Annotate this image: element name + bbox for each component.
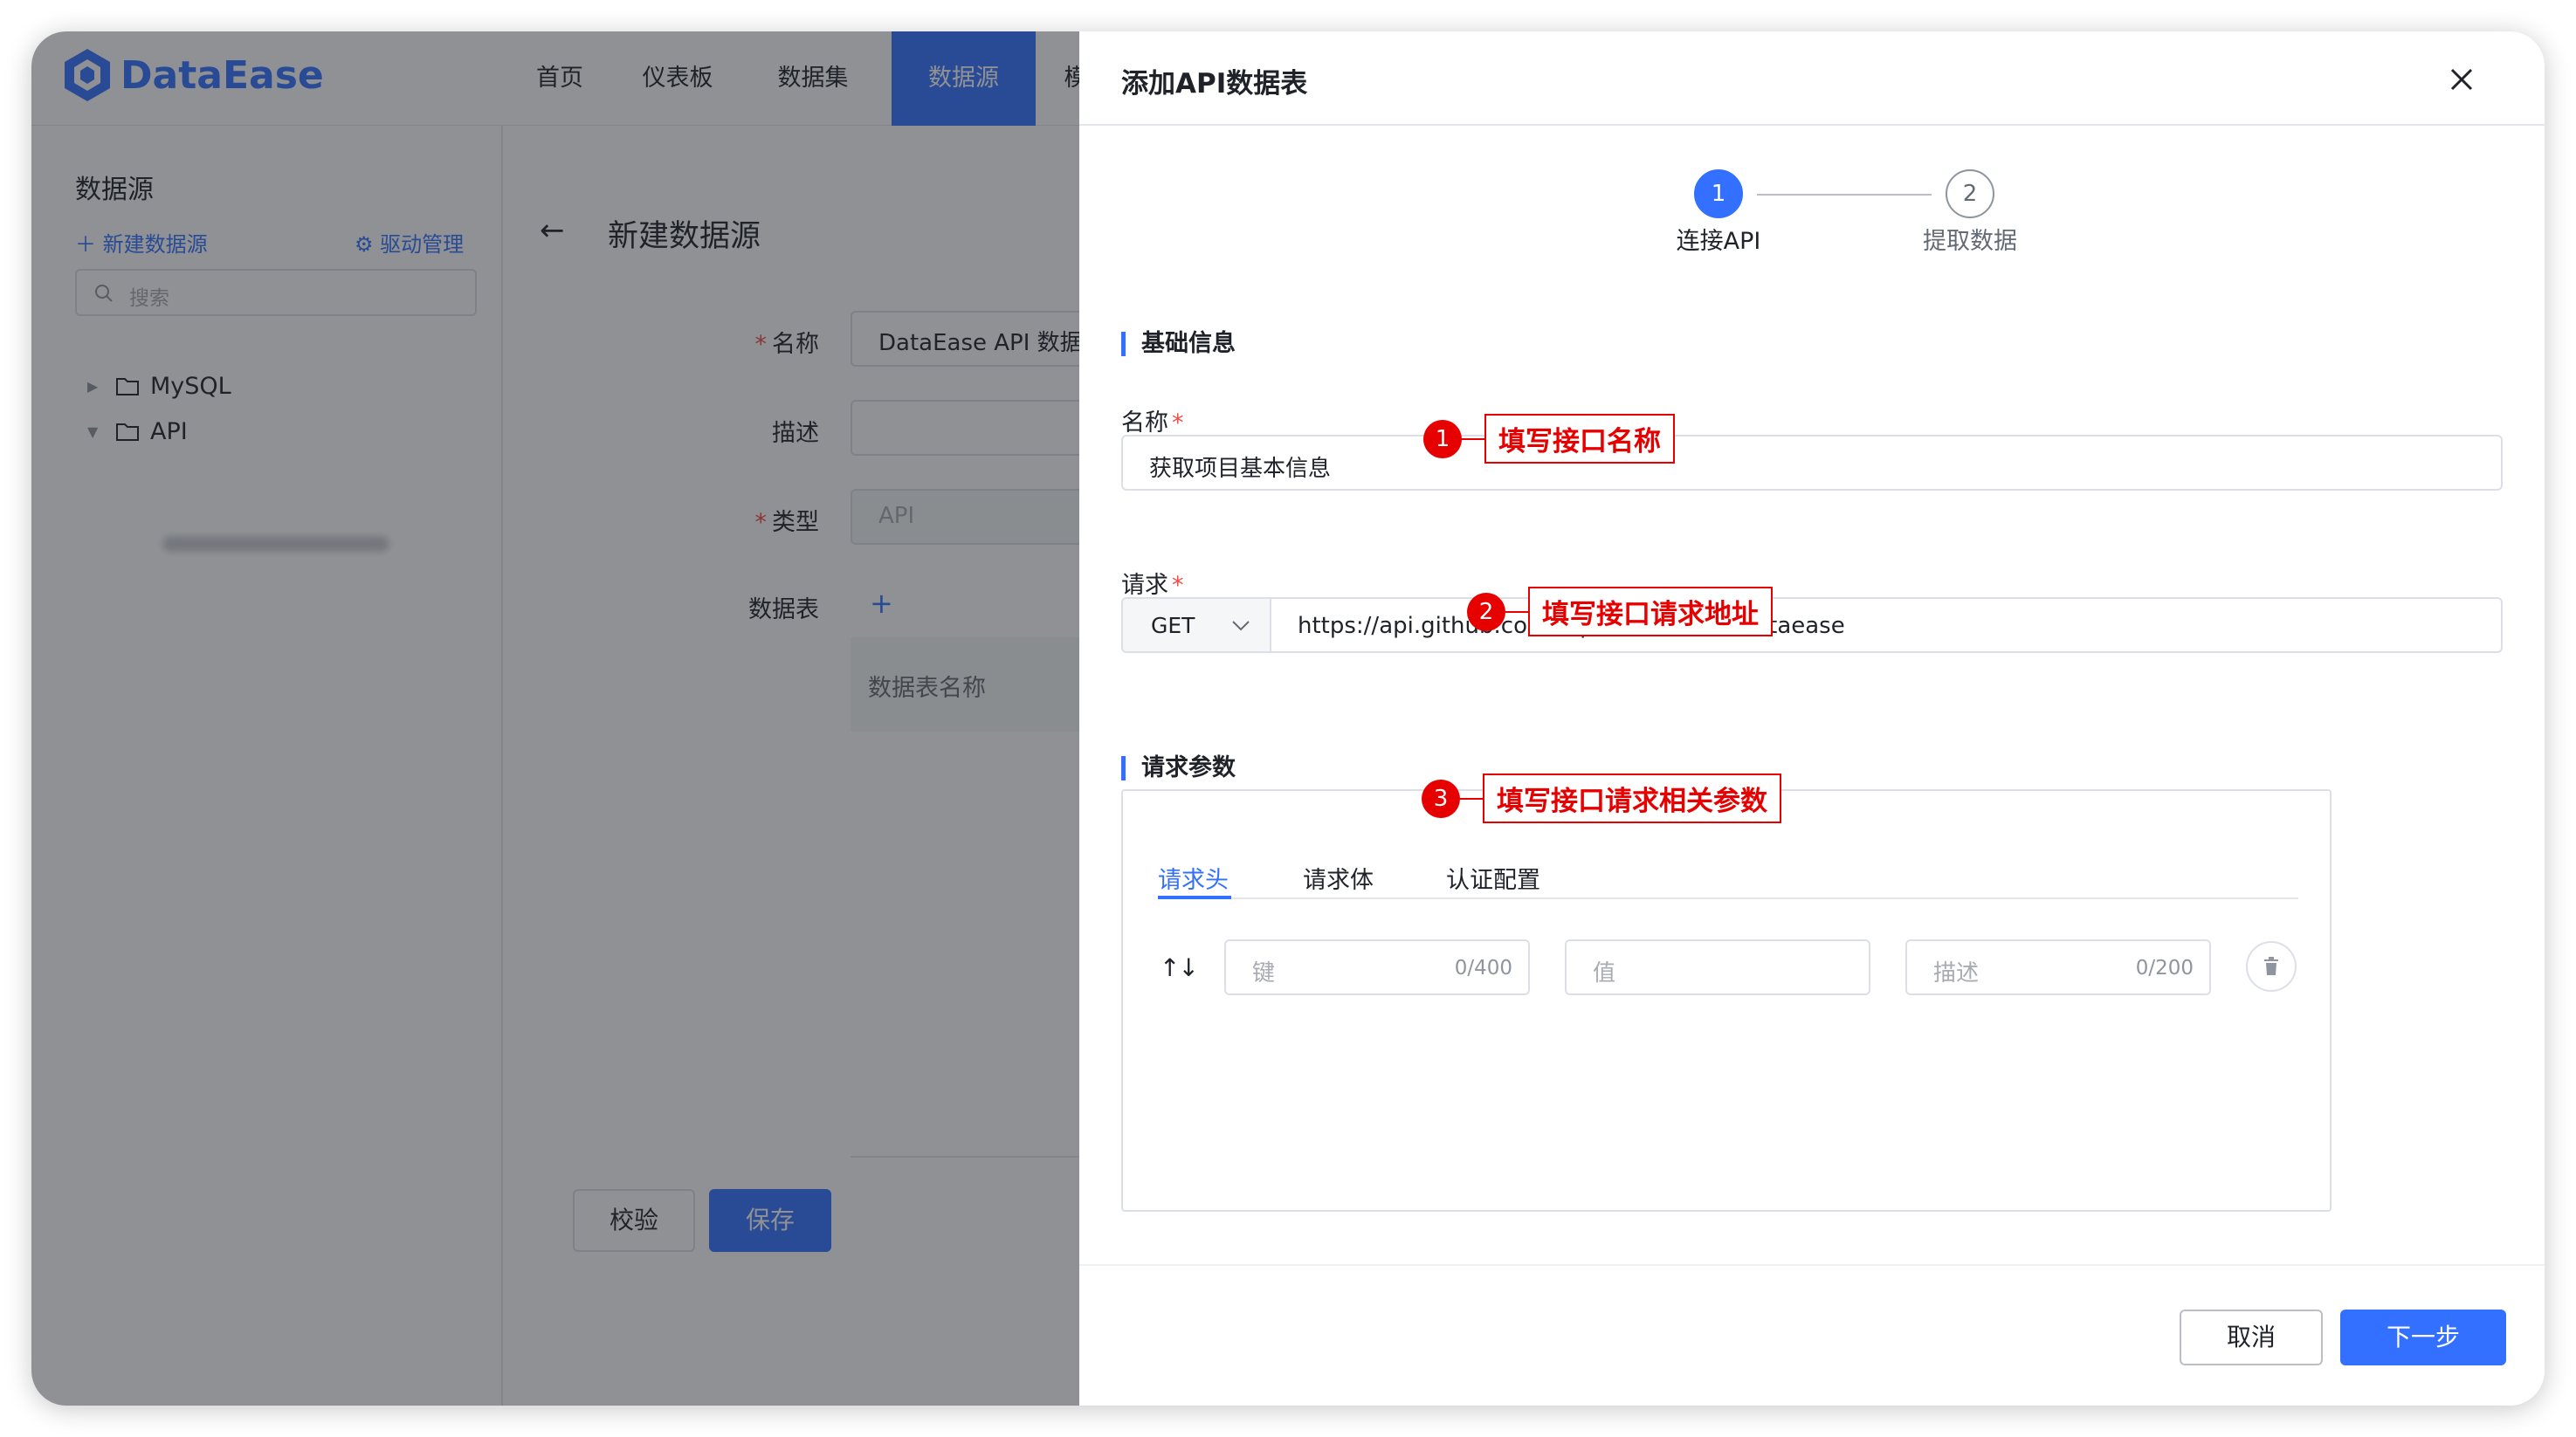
annotation-label: 填写接口名称 (1484, 414, 1675, 464)
add-api-table-drawer: 添加API数据表 1 2 连接API 提取数据 基础信息 名称 * 获取项目基本信… (1079, 31, 2545, 1406)
drawer-title: 添加API数据表 (1121, 68, 1308, 100)
annotation-1: 1 填写接口名称 (1423, 414, 1675, 464)
tab-request-body[interactable]: 请求体 (1303, 861, 1374, 895)
tab-request-header[interactable]: 请求头 (1158, 861, 1229, 895)
active-tab-indicator (1158, 896, 1231, 899)
step-connector (1757, 194, 1932, 196)
header-value-field[interactable]: 值 (1565, 939, 1870, 995)
next-step-button[interactable]: 下一步 (2340, 1310, 2506, 1365)
method-select[interactable]: GET (1121, 597, 1271, 653)
method-value: GET (1151, 613, 1195, 638)
request-label: 请求 * (1121, 572, 1184, 599)
sort-icon[interactable]: ↑↓ (1160, 953, 1199, 982)
modal-overlay[interactable] (31, 31, 1079, 1406)
cancel-button[interactable]: 取消 (2180, 1310, 2323, 1365)
annotation-number: 1 (1423, 419, 1462, 458)
delete-row-button[interactable] (2246, 941, 2297, 992)
api-name-field[interactable]: 获取项目基本信息 (1121, 435, 2503, 491)
name-label: 名称 * (1121, 409, 1184, 437)
annotation-number: 3 (1422, 779, 1460, 818)
annotation-number: 2 (1467, 592, 1505, 631)
annotation-connector (1460, 797, 1483, 800)
basic-info-title: 基础信息 (1121, 332, 1236, 356)
background-app: DataEase 首页 仪表板 数据集 数据源 模 数据源 ＋ 新建数据源 ⚙ … (31, 31, 1112, 1406)
annotation-2: 2 填写接口请求地址 (1467, 587, 1773, 636)
desc-placeholder: 描述 (1933, 960, 1980, 987)
step-1-label: 连接API (1676, 228, 1761, 255)
url-field[interactable]: https://api.github.com/repos/dataease/da… (1270, 597, 2503, 653)
annotation-connector (1462, 437, 1484, 440)
annotation-3: 3 填写接口请求相关参数 (1422, 774, 1781, 823)
params-title: 请求参数 (1121, 756, 1236, 780)
tabs-divider (1158, 897, 2298, 899)
drawer-footer-divider (1079, 1264, 2545, 1266)
header-desc-field[interactable]: 描述 0/200 (1905, 939, 2211, 995)
step-1-circle: 1 (1694, 169, 1743, 218)
annotation-connector (1505, 610, 1528, 613)
app-window: DataEase 首页 仪表板 数据集 数据源 模 数据源 ＋ 新建数据源 ⚙ … (31, 31, 2545, 1406)
step-2-circle: 2 (1946, 169, 1994, 218)
value-placeholder: 值 (1593, 960, 1616, 987)
trash-icon (2264, 957, 2278, 975)
chevron-down-icon (1232, 621, 1250, 631)
close-icon[interactable] (2449, 66, 2475, 93)
tab-auth-config[interactable]: 认证配置 (1446, 861, 1540, 895)
annotation-label: 填写接口请求相关参数 (1483, 774, 1781, 823)
drawer-header: 添加API数据表 (1079, 31, 2545, 126)
key-char-count: 0/400 (1454, 957, 1512, 980)
step-2-label: 提取数据 (1923, 228, 2017, 255)
key-placeholder: 键 (1252, 960, 1276, 987)
annotation-label: 填写接口请求地址 (1528, 587, 1773, 636)
desc-char-count: 0/200 (2135, 957, 2194, 980)
params-panel: 请求头 请求体 认证配置 ↑↓ 键 0/400 值 描述 0/200 (1121, 789, 2331, 1212)
header-key-field[interactable]: 键 0/400 (1224, 939, 1530, 995)
